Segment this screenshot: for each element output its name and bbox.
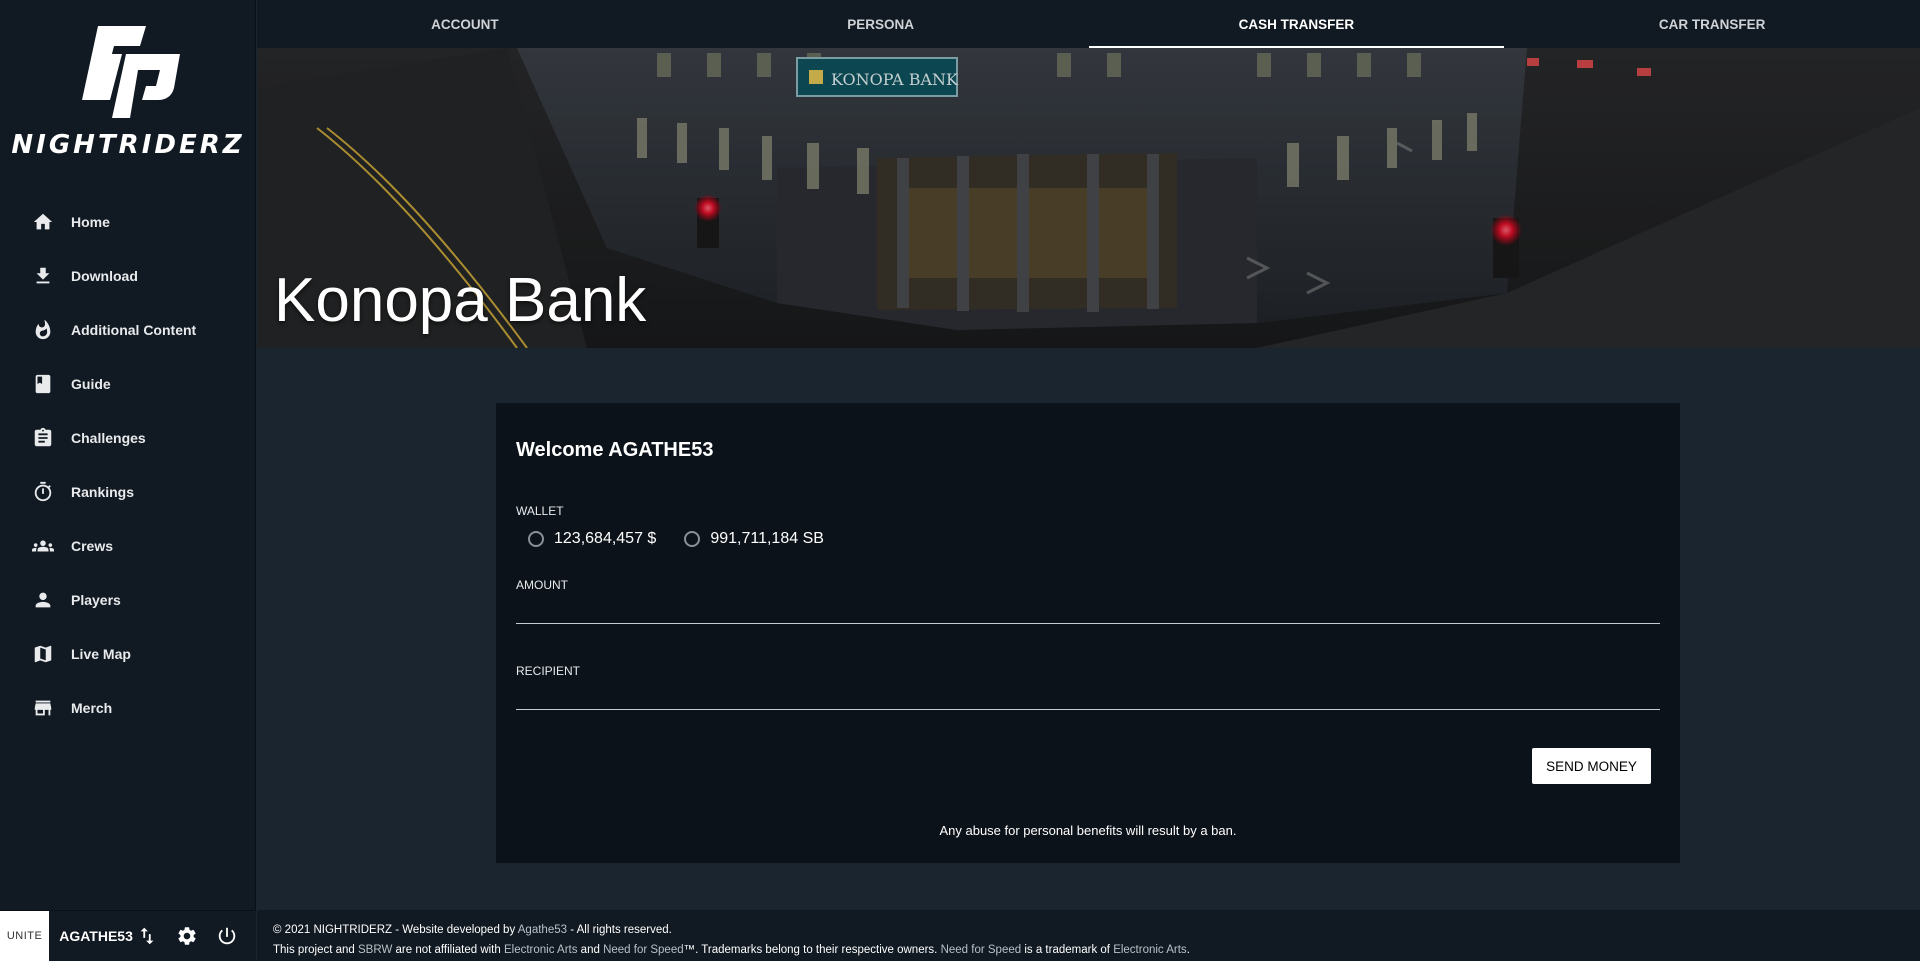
map-icon — [32, 643, 54, 665]
send-money-button[interactable]: SEND MONEY — [1532, 748, 1651, 784]
app-root: NIGHTRIDERZ Home Download Additional Con… — [0, 0, 1920, 961]
sidebar-item-label: Download — [71, 268, 138, 284]
unite-logo[interactable]: UNITE — [0, 910, 50, 961]
copyright-line: © 2021 NIGHTRIDERZ - Website developed b… — [273, 920, 1920, 940]
tab-account[interactable]: ACCOUNT — [257, 0, 673, 48]
need-for-speed-link[interactable]: Need for Speed — [941, 944, 1022, 956]
disclaimer-text: is a trademark of — [1021, 944, 1114, 956]
stopwatch-icon — [32, 481, 54, 503]
welcome-heading: Welcome AGATHE53 — [516, 439, 714, 461]
wallet-label: WALLET — [516, 504, 564, 518]
sidebar: NIGHTRIDERZ Home Download Additional Con… — [0, 0, 256, 961]
sidebar-item-download[interactable]: Download — [0, 249, 256, 303]
sidebar-item-label: Merch — [71, 700, 113, 716]
amount-field[interactable] — [516, 596, 1660, 624]
wallet-sb-radio[interactable] — [684, 531, 701, 547]
disclaimer-text: and — [577, 944, 604, 956]
brand-name: NIGHTRIDERZ — [11, 130, 245, 160]
hero-banner: KONOPA BANK Konopa Bank — [257, 48, 1920, 348]
gear-icon[interactable] — [176, 925, 198, 947]
developer-link[interactable]: Agathe53 — [518, 924, 567, 936]
book-icon — [32, 373, 54, 395]
sidebar-item-live-map[interactable]: Live Map — [0, 627, 256, 681]
sidebar-item-label: Additional Content — [71, 322, 197, 338]
wallet-radio-group: 123,684,457 $ 991,711,184 SB — [528, 530, 852, 548]
sidebar-nav: Home Download Additional Content Guide C… — [0, 195, 256, 735]
person-icon — [32, 589, 54, 611]
disclaimer-text: ™. Trademarks belong to their respective… — [683, 944, 941, 956]
page-title: Konopa Bank — [274, 266, 647, 335]
sidebar-item-players[interactable]: Players — [0, 573, 256, 627]
sidebar-item-label: Crews — [71, 538, 114, 554]
disclaimer-text: . — [1186, 944, 1190, 956]
fire-icon — [32, 319, 54, 341]
sidebar-item-challenges[interactable]: Challenges — [0, 411, 256, 465]
wallet-cash-label[interactable]: 123,684,457 $ — [554, 530, 656, 548]
sidebar-item-home[interactable]: Home — [0, 195, 256, 249]
brand-logo[interactable]: NIGHTRIDERZ — [0, 18, 256, 168]
rights-text: - All rights reserved. — [567, 924, 672, 936]
user-bar: UNITE AGATHE53 — [0, 910, 256, 961]
abuse-warning: Any abuse for personal benefits will res… — [939, 823, 1237, 838]
group-icon — [32, 535, 54, 557]
sidebar-item-label: Live Map — [71, 646, 131, 662]
sidebar-item-label: Rankings — [71, 484, 135, 500]
recipient-field[interactable] — [516, 682, 1660, 710]
electronic-arts-link[interactable]: Electronic Arts — [1113, 944, 1187, 956]
tab-cash-transfer[interactable]: CASH TRANSFER — [1088, 0, 1505, 48]
sidebar-item-guide[interactable]: Guide — [0, 357, 256, 411]
nightriderz-logo-icon — [82, 26, 180, 118]
wallet-cash-radio[interactable] — [528, 531, 544, 547]
power-icon[interactable] — [216, 925, 238, 947]
sidebar-item-crews[interactable]: Crews — [0, 519, 256, 573]
copyright-text: © 2021 NIGHTRIDERZ - Website developed b… — [273, 924, 518, 936]
sidebar-item-label: Guide — [71, 376, 111, 392]
sidebar-item-additional-content[interactable]: Additional Content — [0, 303, 256, 357]
disclaimer-text: are not affiliated with — [392, 944, 504, 956]
sidebar-item-label: Players — [71, 592, 121, 608]
username: AGATHE53 — [59, 928, 133, 944]
tab-persona[interactable]: PERSONA — [673, 0, 1089, 48]
home-icon — [32, 211, 54, 233]
disclaimer-line: This project and SBRW are not affiliated… — [273, 940, 1920, 960]
sidebar-item-rankings[interactable]: Rankings — [0, 465, 256, 519]
sidebar-item-label: Home — [71, 214, 110, 230]
sidebar-item-label: Challenges — [71, 430, 146, 446]
cash-transfer-card: Welcome AGATHE53 WALLET 123,684,457 $ 99… — [496, 403, 1680, 863]
download-icon — [32, 265, 54, 287]
tab-car-transfer[interactable]: CAR TRANSFER — [1504, 0, 1920, 48]
clipboard-icon — [32, 427, 54, 449]
wallet-sb-label[interactable]: 991,711,184 SB — [710, 530, 824, 548]
amount-label: AMOUNT — [516, 578, 568, 592]
store-icon — [32, 697, 54, 719]
swap-vert-icon[interactable] — [136, 925, 158, 947]
need-for-speed-link[interactable]: Need for Speed — [603, 944, 684, 956]
recipient-label: RECIPIENT — [516, 664, 581, 678]
electronic-arts-link[interactable]: Electronic Arts — [504, 944, 578, 956]
sidebar-item-merch[interactable]: Merch — [0, 681, 256, 735]
tab-bar: ACCOUNT PERSONA CASH TRANSFER CAR TRANSF… — [257, 0, 1920, 48]
disclaimer-text: This project and — [273, 944, 359, 956]
sbrw-link[interactable]: SBRW — [358, 944, 392, 956]
footer: © 2021 NIGHTRIDERZ - Website developed b… — [257, 910, 1920, 961]
